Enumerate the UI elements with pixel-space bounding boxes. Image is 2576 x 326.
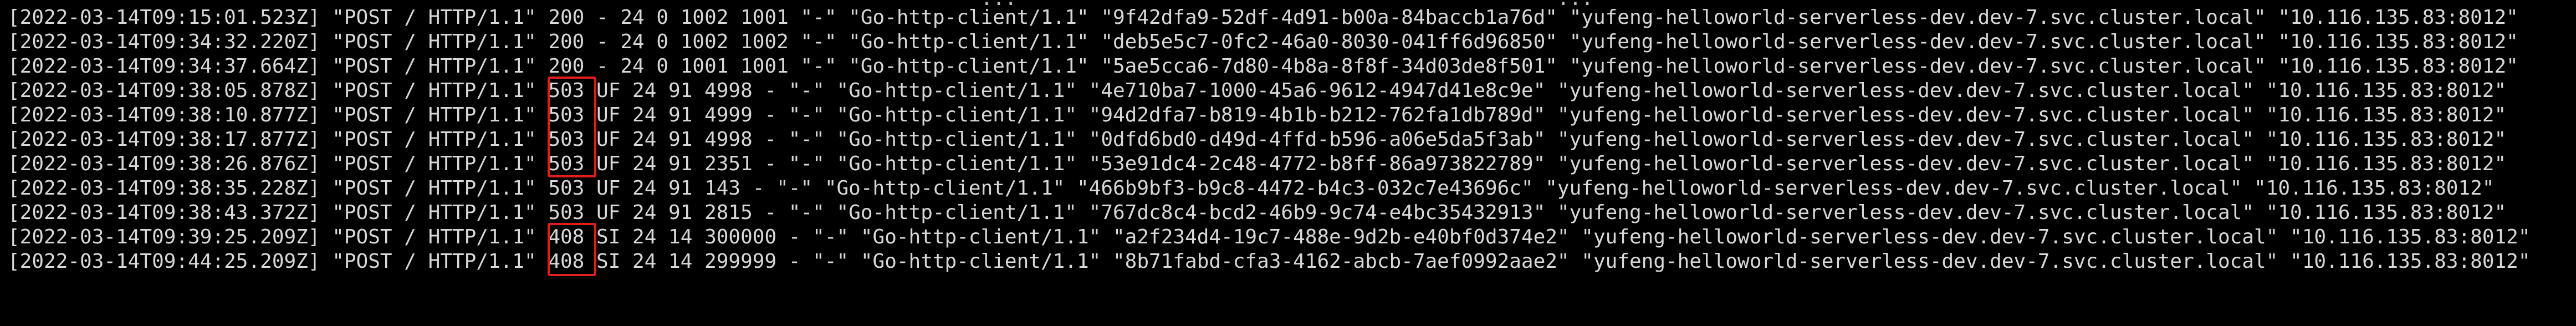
log-line: [2022-03-14T09:44:25.209Z] "POST / HTTP/… [8, 250, 2531, 273]
log-line: [2022-03-14T09:34:37.664Z] "POST / HTTP/… [8, 55, 2518, 78]
log-line: [2022-03-14T09:38:05.878Z] "POST / HTTP/… [8, 79, 2507, 102]
log-line: [2022-03-14T09:38:35.228Z] "POST / HTTP/… [8, 177, 2495, 200]
log-line: [2022-03-14T09:38:10.877Z] "POST / HTTP/… [8, 104, 2507, 126]
log-line: [2022-03-14T09:15:01.523Z] "POST / HTTP/… [8, 6, 2518, 29]
highlight-box-408 [548, 223, 596, 276]
terminal-window[interactable]: ... ... [2022-03-14T09:15:01.523Z] "POST… [0, 0, 2576, 326]
log-line: [2022-03-14T09:38:17.877Z] "POST / HTTP/… [8, 128, 2507, 151]
log-line: [2022-03-14T09:38:43.372Z] "POST / HTTP/… [8, 201, 2507, 224]
log-line: [2022-03-14T09:39:25.209Z] "POST / HTTP/… [8, 226, 2531, 248]
highlight-box-503 [548, 77, 596, 177]
log-line: [2022-03-14T09:38:26.876Z] "POST / HTTP/… [8, 152, 2507, 175]
log-line: [2022-03-14T09:34:32.220Z] "POST / HTTP/… [8, 30, 2518, 53]
